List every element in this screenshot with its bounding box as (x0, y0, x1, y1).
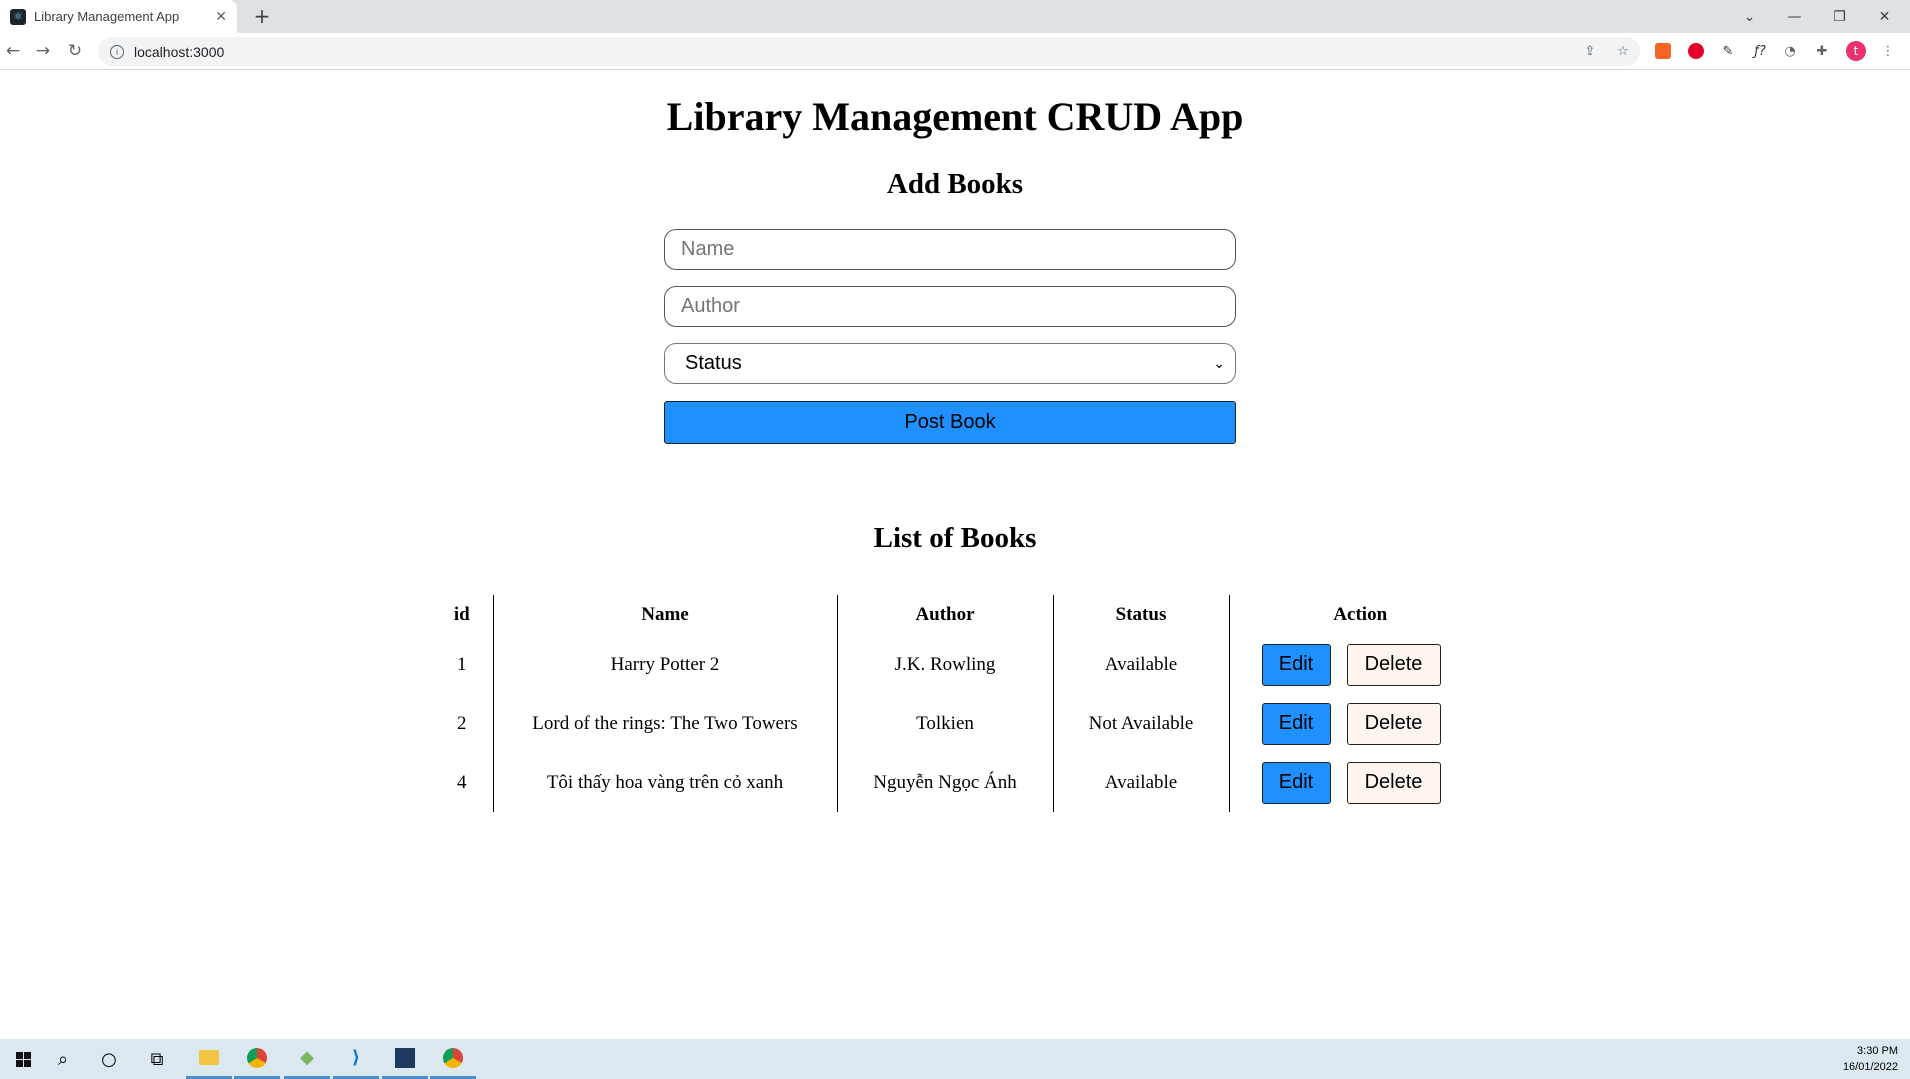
windows-taskbar: ⌕ ○ ⧉ ◆ ⟩ 3:30 PM 16/01/2022 (0, 1039, 1910, 1079)
chrome-second-icon[interactable] (430, 1039, 476, 1079)
close-window-icon[interactable]: ✕ (1862, 9, 1907, 25)
ssms-icon[interactable] (382, 1039, 428, 1079)
clock-time: 3:30 PM (1857, 1045, 1898, 1057)
rss-extension-icon[interactable] (1653, 41, 1673, 61)
forward-icon[interactable]: → (32, 40, 54, 62)
task-view-icon[interactable]: ⧉ (134, 1039, 180, 1079)
file-explorer-icon[interactable] (186, 1039, 232, 1079)
cell-name: Harry Potter 2 (493, 635, 838, 694)
table-row: 4 Tôi thấy hoa vàng trên cỏ xanh Nguyễn … (431, 753, 1491, 812)
extensions-puzzle-icon[interactable]: ✚ (1812, 41, 1832, 61)
status-select[interactable]: Status ⌄ (664, 343, 1236, 384)
page-content: Library Management CRUD App Add Books Na… (0, 71, 1910, 1039)
search-icon[interactable]: ⌕ (40, 1039, 86, 1079)
delete-button[interactable]: Delete (1346, 643, 1441, 686)
cell-action: Edit Delete (1229, 753, 1491, 812)
bookmark-star-icon[interactable]: ☆ (1613, 41, 1633, 61)
cell-author: Tolkien (837, 694, 1054, 753)
post-book-button[interactable]: Post Book (664, 401, 1236, 444)
cell-action: Edit Delete (1229, 635, 1491, 694)
react-favicon-icon: ⚛ (10, 8, 26, 25)
vscode-icon[interactable]: ⟩ (333, 1039, 379, 1079)
name-input[interactable]: Name (664, 229, 1236, 270)
add-books-heading: Add Books (886, 168, 1024, 200)
cell-action: Edit Delete (1229, 694, 1491, 753)
edit-button[interactable]: Edit (1261, 702, 1331, 745)
share-icon[interactable]: ⇪ (1580, 41, 1600, 61)
history-extension-icon[interactable]: ◔ (1780, 41, 1800, 61)
table-row: 2 Lord of the rings: The Two Towers Tolk… (431, 694, 1491, 753)
author-input[interactable]: Author (664, 286, 1236, 327)
cell-status: Not Available (1053, 694, 1230, 753)
column-header-name: Name (493, 595, 838, 635)
name-placeholder: Name (681, 238, 735, 260)
close-tab-icon[interactable]: ✕ (215, 8, 227, 25)
clock-date: 16/01/2022 (1842, 1061, 1898, 1073)
new-tab-icon[interactable]: + (250, 4, 274, 28)
cell-status: Available (1053, 635, 1230, 694)
cell-name: Tôi thấy hoa vàng trên cỏ xanh (493, 753, 838, 812)
browser-tabbar: ⚛ Library Management App ✕ + ⌄ — ❐ ✕ (0, 0, 1910, 33)
formula-extension-icon[interactable]: ƒ? (1750, 41, 1770, 61)
list-books-heading: List of Books (873, 522, 1037, 554)
cell-author: J.K. Rowling (837, 635, 1054, 694)
adblock-extension-icon[interactable] (1686, 41, 1706, 61)
table-header-row: id Name Author Status Action (431, 595, 1491, 635)
back-icon[interactable]: ← (2, 40, 24, 62)
page-title: Library Management CRUD App (666, 94, 1244, 139)
minimize-icon[interactable]: — (1772, 9, 1817, 25)
cell-id: 1 (431, 635, 494, 694)
column-header-status: Status (1053, 595, 1230, 635)
table-row: 1 Harry Potter 2 J.K. Rowling Available … (431, 635, 1491, 694)
browser-toolbar: ← → ↻ i localhost:3000 ⇪ ☆ ✎ ƒ? ◔ ✚ t ⋮ (0, 33, 1910, 70)
address-bar[interactable]: i localhost:3000 (98, 37, 1640, 66)
column-header-id: id (431, 595, 494, 635)
tab-title: Library Management App (34, 9, 180, 24)
column-header-author: Author (837, 595, 1054, 635)
author-placeholder: Author (681, 295, 740, 317)
cortana-icon[interactable]: ○ (86, 1039, 132, 1079)
status-selected-value: Status (685, 352, 742, 374)
edit-button[interactable]: Edit (1261, 643, 1331, 686)
app-diamond-icon[interactable]: ◆ (284, 1039, 330, 1079)
column-header-action: Action (1333, 604, 1388, 625)
books-table: id Name Author Status Action 1 Harry Pot… (431, 595, 1491, 812)
cell-id: 4 (431, 753, 494, 812)
tab-search-icon[interactable]: ⌄ (1727, 9, 1772, 25)
url-text: localhost:3000 (134, 43, 225, 60)
edit-button[interactable]: Edit (1261, 761, 1331, 804)
chrome-icon[interactable] (234, 1039, 280, 1079)
profile-avatar[interactable]: t (1846, 41, 1866, 61)
restore-icon[interactable]: ❐ (1817, 9, 1862, 25)
delete-button[interactable]: Delete (1346, 702, 1441, 745)
chevron-down-icon: ⌄ (1213, 355, 1225, 371)
system-clock[interactable]: 3:30 PM 16/01/2022 (1843, 1043, 1898, 1075)
delete-button[interactable]: Delete (1346, 761, 1441, 804)
cell-status: Available (1053, 753, 1230, 812)
browser-tab[interactable]: ⚛ Library Management App ✕ (0, 0, 237, 33)
cell-id: 2 (431, 694, 494, 753)
cell-author: Nguyễn Ngọc Ánh (837, 753, 1054, 812)
cell-name: Lord of the rings: The Two Towers (493, 694, 838, 753)
site-info-icon[interactable]: i (110, 44, 124, 59)
pen-extension-icon[interactable]: ✎ (1718, 41, 1738, 61)
reload-icon[interactable]: ↻ (64, 40, 86, 62)
menu-kebab-icon[interactable]: ⋮ (1878, 41, 1898, 61)
